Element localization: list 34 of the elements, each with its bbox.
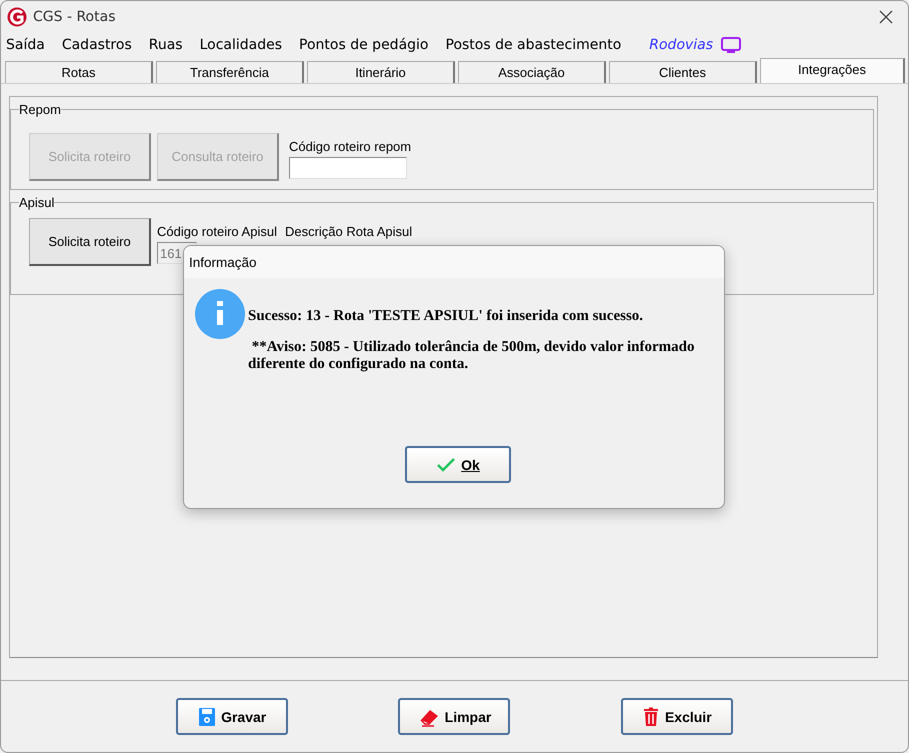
checkmark-icon bbox=[436, 456, 456, 472]
tab[interactable]: Itinerário bbox=[307, 61, 455, 83]
warning-message: **Aviso: 5085 - Utilizado tolerância de 500m, devido valor informado diferente do configurado na conta. bbox=[248, 339, 696, 373]
ok-button[interactable]: Ok bbox=[405, 446, 511, 483]
monitor-icon[interactable] bbox=[720, 36, 742, 54]
tab[interactable]: Associação bbox=[458, 61, 606, 83]
menu-item[interactable]: Localidades bbox=[196, 37, 286, 53]
menu-item[interactable]: Saída bbox=[3, 37, 48, 53]
window-title: CGS - Rotas bbox=[33, 9, 116, 25]
field-label: Código roteiro Apisul bbox=[157, 224, 277, 239]
app-logo-icon bbox=[7, 7, 27, 27]
menu-item[interactable]: Postos de abastecimento bbox=[442, 37, 624, 53]
tab[interactable]: Transferência bbox=[156, 61, 304, 83]
close-icon[interactable] bbox=[878, 9, 894, 25]
dialog-title: Informação bbox=[184, 246, 724, 278]
input-field[interactable] bbox=[289, 157, 407, 179]
tab[interactable]: Clientes bbox=[609, 61, 757, 83]
trash-icon bbox=[642, 706, 660, 726]
field-label: Descrição Rota Apisul bbox=[284, 224, 412, 239]
clear-button[interactable]: Limpar bbox=[398, 698, 510, 735]
save-button[interactable]: Gravar bbox=[176, 698, 288, 735]
menu-item[interactable]: Cadastros bbox=[58, 37, 135, 53]
group-title: Apisul bbox=[19, 195, 54, 210]
solicita-button[interactable]: Solicita roteiro bbox=[29, 218, 151, 266]
menu-item[interactable]: Pontos de pedágio bbox=[296, 37, 432, 53]
menu-item[interactable]: Ruas bbox=[146, 37, 186, 53]
success-message: Sucesso: 13 - Rota 'TESTE APSIUL' foi inserida com sucesso. bbox=[248, 308, 644, 325]
tab[interactable]: Rotas bbox=[5, 61, 153, 83]
field-label: Código roteiro repom bbox=[289, 139, 412, 154]
group-title: Repom bbox=[19, 102, 61, 117]
tab[interactable]: Integrações bbox=[760, 58, 906, 83]
delete-button[interactable]: Excluir bbox=[620, 698, 733, 735]
info-icon bbox=[194, 288, 246, 340]
menu-item[interactable]: Rodovias bbox=[646, 37, 716, 53]
